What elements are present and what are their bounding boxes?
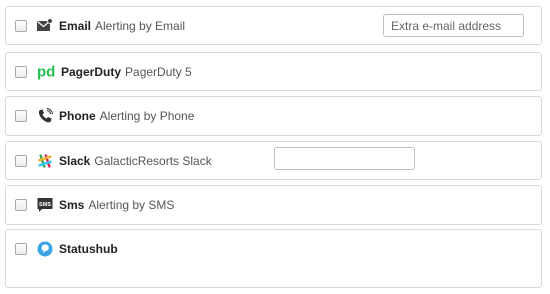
- integration-name: Email: [59, 19, 92, 33]
- email-icon: [37, 18, 53, 31]
- pagerduty-checkbox[interactable]: [15, 66, 27, 78]
- integration-row-phone: Phone Alerting by Phone: [5, 96, 542, 136]
- integration-name: Slack: [59, 154, 91, 168]
- pagerduty-icon: pd: [37, 64, 55, 80]
- slack-icon: [38, 154, 52, 168]
- integration-description: Alerting by SMS: [88, 198, 175, 212]
- integration-name: PagerDuty: [61, 65, 122, 79]
- phone-icon: [38, 108, 53, 123]
- integration-description: PagerDuty 5: [125, 65, 192, 79]
- integration-name: Sms: [59, 198, 85, 212]
- sms-checkbox[interactable]: [15, 199, 27, 211]
- svg-text:pd: pd: [37, 64, 55, 80]
- slack-checkbox[interactable]: [15, 155, 27, 167]
- svg-text:SMS: SMS: [39, 202, 51, 208]
- statushub-icon: [37, 241, 53, 257]
- integration-row-email: Email Alerting by Email: [5, 6, 542, 45]
- integration-description: Alerting by Email: [95, 19, 186, 33]
- integration-row-sms: SMS Sms Alerting by SMS: [5, 185, 542, 225]
- statushub-checkbox[interactable]: [15, 243, 27, 255]
- phone-checkbox[interactable]: [15, 110, 27, 122]
- integration-name: Statushub: [59, 242, 118, 256]
- integration-description: GalacticResorts Slack: [94, 154, 212, 168]
- integration-row-statushub: Statushub: [5, 229, 542, 288]
- slack-channel-input[interactable]: [274, 147, 415, 170]
- integration-name: Phone: [59, 109, 96, 123]
- sms-icon: SMS: [37, 198, 53, 212]
- integration-description: Alerting by Phone: [99, 109, 195, 123]
- integration-row-slack: Slack GalacticResorts Slack: [5, 141, 542, 180]
- email-checkbox[interactable]: [15, 20, 27, 32]
- extra-email-input[interactable]: [383, 14, 524, 37]
- integration-row-pagerduty: pd PagerDuty PagerDuty 5: [5, 52, 542, 91]
